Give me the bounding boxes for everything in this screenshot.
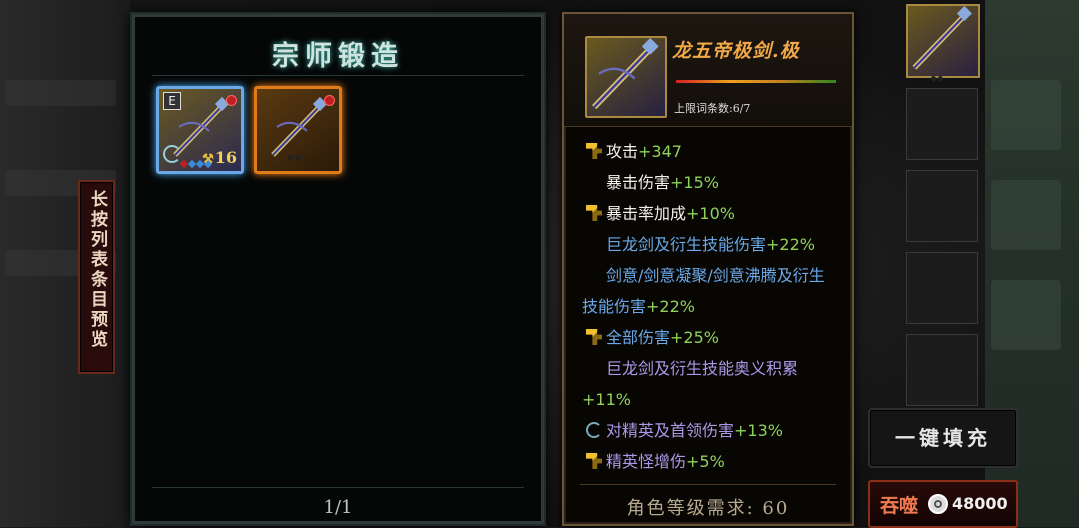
hammer-icon (586, 143, 602, 159)
stat-row: 巨龙剑及衍生技能奥义积累 +11% (582, 353, 838, 415)
item-grid: E ⚒16 ◆◆ (156, 86, 342, 174)
item-slot[interactable]: ◆◆ (254, 86, 342, 174)
panel-title: 宗师锻造 (272, 41, 404, 72)
fill-button-label: 一键填充 (895, 426, 991, 450)
stat-row: 对精英及首领伤害+13% (582, 415, 838, 446)
devour-button[interactable]: 吞噬 48000 (868, 480, 1018, 528)
stat-key: 巨龙剑及衍生技能伤害 (606, 235, 767, 254)
cycle-icon (586, 422, 602, 438)
stat-row: 剑意/剑意凝聚/剑意沸腾及衍生技能伤害+22% (582, 260, 838, 322)
stat-value: +22% (646, 297, 695, 316)
stat-key: 对精英及首领伤害 (606, 421, 735, 440)
material-slot[interactable] (906, 88, 978, 160)
affix-limit: 上限词条数:6/7 (674, 102, 751, 115)
stat-value: +11% (582, 390, 631, 409)
stat-value: +15% (670, 173, 719, 192)
stat-row: 巨龙剑及衍生技能伤害+22% (582, 229, 838, 260)
hammer-icon (586, 205, 602, 221)
stat-value: +13% (734, 421, 783, 440)
page-indicator: 1/1 (323, 497, 353, 518)
stat-key: 攻击 (606, 142, 639, 161)
item-name: 龙五帝极剑.极 (672, 40, 800, 62)
cycle-icon (163, 145, 181, 163)
diamond-icon: ◆◆ (930, 74, 944, 84)
hammer-icon (586, 329, 602, 345)
sword-icon (271, 97, 328, 157)
detail-header: 龙五帝极剑.极 上限词条数:6/7 (564, 14, 852, 127)
footer-divider (152, 487, 524, 488)
material-slot[interactable] (906, 252, 978, 324)
forge-count-value: 16 (214, 148, 237, 167)
stat-row: 暴击率加成+10% (582, 198, 838, 229)
sword-icon (592, 37, 659, 110)
stat-key: 暴击伤害 (606, 173, 671, 192)
devour-label: 吞噬 (880, 495, 919, 517)
quality-bar (676, 80, 836, 83)
diamond-icon: ◆◆ (287, 153, 303, 163)
stat-value: +10% (686, 204, 735, 223)
alert-dot (226, 95, 237, 106)
forge-count: ⚒16 (202, 148, 237, 167)
material-slot[interactable]: ◆◆ (906, 4, 980, 84)
detail-divider (580, 484, 836, 485)
hammer-icon: ⚒ (202, 152, 214, 167)
item-icon (585, 36, 667, 118)
grandmaster-forge-panel: 宗师锻造 E ⚒16 ◆◆ 1/1 (130, 12, 546, 526)
material-slot[interactable] (906, 170, 978, 242)
stat-value: +347 (638, 142, 682, 161)
side-banner-label: 长按列表条目预览 (87, 190, 107, 350)
material-slot[interactable] (906, 334, 978, 406)
stat-row: 精英怪增伤+5% (582, 446, 838, 477)
stat-value: +22% (766, 235, 815, 254)
stat-key: 巨龙剑及衍生技能奥义积累 (606, 359, 799, 378)
stat-row: 暴击伤害+15% (582, 167, 838, 198)
devour-cost: 48000 (952, 494, 1008, 513)
stat-key: 全部伤害 (606, 328, 671, 347)
stat-value: +5% (686, 452, 725, 471)
one-click-fill-button[interactable]: 一键填充 (868, 408, 1018, 468)
stat-row: 全部伤害+25% (582, 322, 838, 353)
item-slot[interactable]: E ⚒16 (156, 86, 244, 174)
level-requirement: 角色等级需求: 60 (626, 498, 790, 519)
title-divider (152, 75, 524, 76)
stat-list: 攻击+347 暴击伤害+15% 暴击率加成+10% 巨龙剑及衍生技能伤害+22%… (582, 136, 838, 477)
stat-row: 攻击+347 (582, 136, 838, 167)
hammer-icon (586, 453, 602, 469)
stat-value: +25% (670, 328, 719, 347)
item-detail-panel: 龙五帝极剑.极 上限词条数:6/7 攻击+347 暴击伤害+15% 暴击率加成+… (562, 12, 854, 526)
stat-key: 精英怪增伤 (606, 452, 687, 471)
material-slots: ◆◆ (906, 4, 980, 416)
stat-key: 剑意/剑意凝聚/剑意沸腾及衍生技能伤害 (582, 266, 825, 316)
stat-key: 暴击率加成 (606, 204, 687, 223)
equipped-tag: E (163, 92, 181, 110)
alert-dot (324, 95, 335, 106)
sword-icon (912, 5, 972, 70)
long-press-preview-hint: 长按列表条目预览 (78, 180, 115, 374)
coin-icon (928, 494, 948, 514)
